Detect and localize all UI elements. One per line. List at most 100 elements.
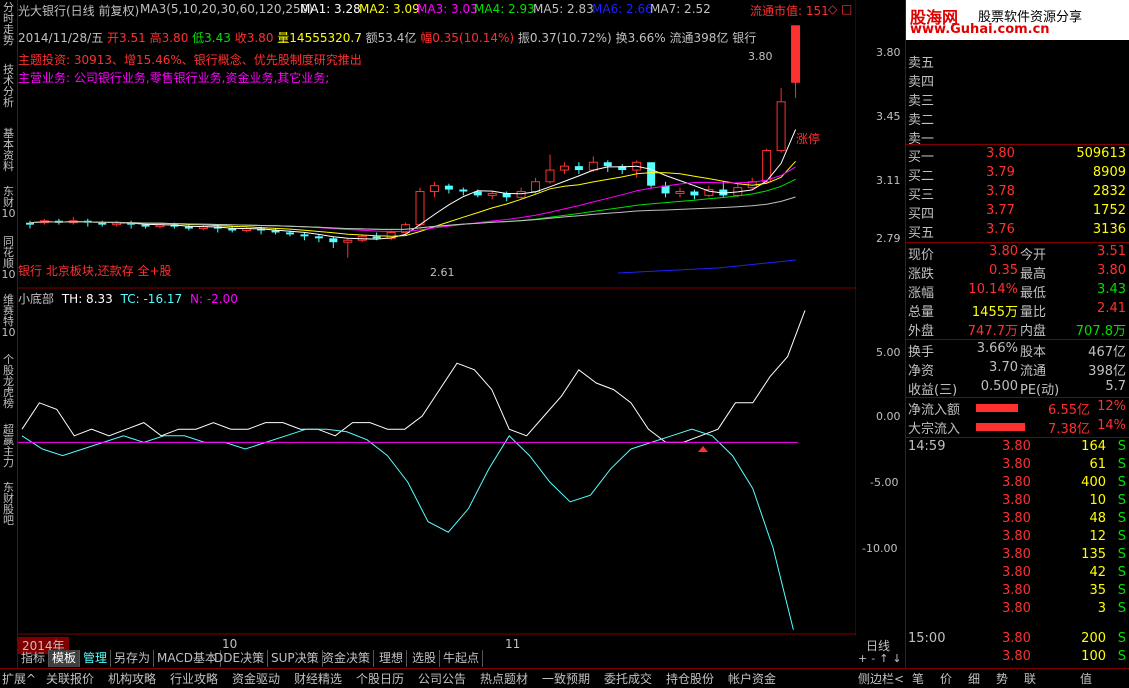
status-right-2[interactable]: 价: [940, 670, 952, 687]
candle-body: [343, 239, 353, 243]
buy-level-3: 买三 3.78 2832: [908, 184, 1126, 203]
indicator-line: [21, 428, 794, 630]
price-tick-1: 3.80: [876, 46, 901, 59]
status-right-1[interactable]: 笔: [912, 670, 924, 687]
candle-body: [329, 238, 338, 243]
candle-body: [545, 169, 555, 183]
candle-body: [588, 161, 598, 171]
ma6-value: MA6: 2.66: [592, 2, 653, 16]
stat-row: 总量 1455万 量比 2.41: [908, 301, 1126, 320]
low-annotation: 2.61: [430, 266, 455, 279]
candle-body: [141, 224, 150, 227]
candle-body: [184, 226, 193, 229]
tick-row: 15:00 3.80 200 S: [908, 631, 1126, 646]
vtab-6[interactable]: 个股龙虎榜: [1, 354, 16, 409]
ma6-line: [617, 259, 797, 274]
candle-body: [415, 191, 425, 226]
vtab-1[interactable]: 技术分析: [1, 64, 16, 108]
candle-body: [776, 101, 786, 152]
ma-line: [29, 178, 796, 230]
candle-body: [286, 232, 294, 235]
status-bar: 扩展^ 关联报价 机构攻略 行业攻略 资金驱动 财经精选 个股日历 公司公告 热点题材 一致预期委…: [0, 668, 1129, 688]
status-tab-3[interactable]: 行业攻略: [170, 670, 218, 687]
bottom-tab-9[interactable]: 选股: [409, 650, 441, 667]
status-tab-12[interactable]: 帐户资金: [728, 670, 776, 687]
price-tick-4: 2.79: [876, 232, 901, 245]
vtab-8[interactable]: 东财股吧: [1, 482, 16, 526]
vertical-tab-bar: 分时走势技术分析基本资料东财10 同花顺10 维赛特10 个股龙虎榜超赢主力东财股吧: [0, 0, 18, 668]
status-tab-0[interactable]: 扩展^: [2, 670, 36, 687]
bottom-tab-0[interactable]: 指标: [18, 650, 50, 667]
vtab-2[interactable]: 基本资料: [1, 128, 16, 172]
status-tab-8[interactable]: 热点题材: [480, 670, 528, 687]
ind-tick-1: 5.00: [876, 346, 901, 359]
axis-month-11: 11: [505, 637, 521, 651]
sell-level-4: 卖四: [908, 75, 935, 90]
chart-title: 光大银行(日线 前复权): [18, 4, 140, 18]
indicator-name[interactable]: 小底部: [18, 292, 54, 306]
candle-body: [690, 191, 699, 196]
sell-level-3: 卖三: [908, 94, 935, 109]
status-tab-5[interactable]: 财经精选: [294, 670, 342, 687]
stat2-row: 收益(三) 0.500 PE(动) 5.7: [908, 379, 1126, 398]
tick-row: 3.80 3 S: [1002, 601, 1126, 616]
bottom-tab-8[interactable]: 理想: [376, 650, 408, 667]
indicator-header: 小底部 TH: 8.33 TC: -16.17 N: -2.00: [18, 292, 238, 306]
status-tab-11[interactable]: 持仓股份: [666, 670, 714, 687]
status-right-0[interactable]: 侧边栏<: [858, 670, 904, 687]
bottom-tab-3[interactable]: 另存为: [111, 650, 155, 667]
buy-signal-arrow: [698, 446, 708, 452]
indicator-line: [21, 310, 806, 443]
chart-area[interactable]: 光大银行(日线 前复权) MA3(5,10,20,30,60,120,250) …: [18, 0, 856, 654]
chart-mode-icons[interactable]: ◇ □: [828, 2, 852, 16]
stat-row: 涨跌 0.35 最高 3.80: [908, 263, 1126, 282]
candle-body: [228, 228, 237, 231]
bottom-tab-2[interactable]: 管理: [80, 650, 112, 667]
candle-body: [675, 191, 685, 194]
ma-label: MA3(5,10,20,30,60,120,250): [140, 2, 313, 16]
flow-bar: [976, 404, 1018, 412]
bottom-tab-7[interactable]: 资金决策: [319, 650, 375, 667]
bottom-tab-1[interactable]: 模板: [49, 650, 81, 667]
quote-panel: 股海网 股票软件资源分享 www.Guhai.com.cn 卖五 卖四 卖三 卖二 卖一…: [905, 0, 1129, 668]
flow-row: 净流入额 6.55亿 12%: [908, 399, 1126, 418]
candle-body: [791, 25, 801, 83]
tick-row: 3.80 35 S: [1002, 583, 1126, 598]
main-business[interactable]: 主营业务: 公司银行业务,零售银行业务,资金业务,其它业务;: [18, 69, 329, 86]
status-tab-6[interactable]: 个股日历: [356, 670, 404, 687]
status-right-6[interactable]: 值: [1080, 670, 1092, 687]
tick-row: 3.80 135 S: [1002, 547, 1126, 562]
vtab-3[interactable]: 东财10: [1, 186, 16, 219]
candle-body: [531, 181, 541, 192]
stat2-row: 换手 3.66% 股本 467亿: [908, 341, 1126, 360]
ma7-value: MA7: 2.52: [650, 2, 711, 16]
status-right-4[interactable]: 势: [996, 670, 1008, 687]
candle-body: [603, 162, 612, 167]
price-tick-3: 3.11: [876, 174, 901, 187]
vtab-4[interactable]: 同花顺10: [1, 236, 16, 280]
status-tab-4[interactable]: 资金驱动: [232, 670, 280, 687]
vtab-7[interactable]: 超赢主力: [1, 424, 16, 468]
tick-row: 3.80 42 S: [1002, 565, 1126, 580]
buy-level-2: 买二 3.79 8909: [908, 165, 1126, 184]
bottom-tab-10[interactable]: 牛起点: [440, 650, 484, 667]
stat2-row: 净资 3.70 流通 398亿: [908, 360, 1126, 379]
status-tab-9[interactable]: 一致预期: [542, 670, 590, 687]
vtab-5[interactable]: 维赛特10: [1, 294, 16, 338]
status-tab-1[interactable]: 关联报价: [46, 670, 94, 687]
candle-body: [314, 236, 323, 239]
zoom-controls[interactable]: + - ↑ ↓: [858, 652, 902, 665]
status-right-3[interactable]: 细: [968, 670, 980, 687]
tick-row: 3.80 10 S: [1002, 493, 1126, 508]
bottom-tab-5[interactable]: DDE决策: [211, 650, 269, 667]
theme-investment[interactable]: 主题投资: 30913、增15.46%、银行概念、优先股制度研究推出: [18, 51, 362, 68]
bottom-tab-6[interactable]: SUP决策: [268, 650, 323, 667]
status-tab-2[interactable]: 机构攻略: [108, 670, 156, 687]
status-tab-7[interactable]: 公司公告: [418, 670, 466, 687]
ma3-value: MA3: 3.03: [417, 2, 478, 16]
kline-svg[interactable]: [18, 0, 856, 636]
status-right-5[interactable]: 联: [1024, 670, 1036, 687]
news-ticker[interactable]: 银行 北京板块,还款存 全+股: [18, 262, 172, 279]
status-tab-10[interactable]: 委托成交: [604, 670, 652, 687]
vtab-0[interactable]: 分时走势: [1, 2, 16, 46]
